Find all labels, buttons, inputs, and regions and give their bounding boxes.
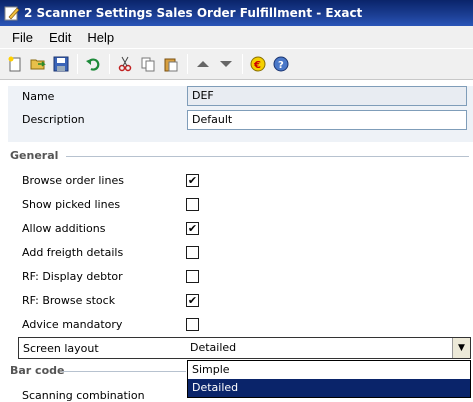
toolbar-separator	[187, 54, 188, 74]
toolbar-separator	[77, 54, 78, 74]
add-freight-details-checkbox[interactable]	[186, 246, 199, 259]
option-detailed[interactable]: Detailed	[188, 379, 470, 397]
allow-additions-checkbox[interactable]: ✔	[186, 222, 199, 235]
general-section-divider	[66, 156, 469, 157]
move-down-icon[interactable]	[215, 53, 237, 75]
svg-text:?: ?	[278, 60, 284, 71]
svg-text:€: €	[253, 60, 261, 71]
app-icon	[4, 5, 20, 21]
move-up-icon[interactable]	[192, 53, 214, 75]
description-label: Description	[22, 113, 85, 126]
menu-help[interactable]: Help	[79, 28, 122, 47]
save-icon[interactable]	[50, 53, 72, 75]
browse-order-lines-checkbox[interactable]: ✔	[186, 174, 199, 187]
menu-file[interactable]: File	[4, 28, 41, 47]
menu-edit[interactable]: Edit	[41, 28, 79, 47]
new-icon[interactable]	[4, 53, 26, 75]
show-picked-lines-checkbox[interactable]	[186, 198, 199, 211]
option-simple[interactable]: Simple	[188, 361, 470, 379]
toolbar-separator	[109, 54, 110, 74]
copy-icon[interactable]	[137, 53, 159, 75]
settings-form: Name DEF Description Default General Bro…	[0, 80, 473, 402]
allow-additions-label: Allow additions	[22, 222, 106, 235]
toolbar-separator	[242, 54, 243, 74]
add-freight-details-label: Add freigth details	[22, 246, 124, 259]
scanning-combination-label: Scanning combination	[22, 389, 145, 402]
paste-icon[interactable]	[160, 53, 182, 75]
name-label: Name	[22, 90, 55, 103]
description-field[interactable]: Default	[187, 110, 467, 130]
screen-layout-label: Screen layout	[23, 342, 99, 355]
toolbar: € ?	[0, 48, 473, 80]
undo-icon[interactable]	[82, 53, 104, 75]
rf-display-debtor-label: RF: Display debtor	[22, 270, 123, 283]
rf-display-debtor-checkbox[interactable]	[186, 270, 199, 283]
check-icon: ✔	[187, 222, 198, 235]
title-bar: 2 Scanner Settings Sales Order Fulfillme…	[0, 0, 473, 26]
check-icon: ✔	[187, 174, 198, 187]
barcode-section-title: Bar code	[10, 364, 65, 377]
show-picked-lines-label: Show picked lines	[22, 198, 121, 211]
screen-layout-row[interactable]: Screen layout Detailed ▼	[18, 337, 471, 359]
window-title: 2 Scanner Settings Sales Order Fulfillme…	[24, 6, 363, 20]
open-icon[interactable]	[27, 53, 49, 75]
advice-mandatory-label: Advice mandatory	[22, 318, 123, 331]
screen-layout-select[interactable]: Detailed	[190, 341, 236, 354]
rf-browse-stock-checkbox[interactable]: ✔	[186, 294, 199, 307]
barcode-section-divider	[62, 371, 186, 372]
advice-mandatory-checkbox[interactable]	[186, 318, 199, 331]
browse-order-lines-label: Browse order lines	[22, 174, 124, 187]
help-icon[interactable]: ?	[270, 53, 292, 75]
menu-bar: File Edit Help	[0, 26, 473, 48]
name-field[interactable]: DEF	[187, 86, 467, 106]
rf-browse-stock-label: RF: Browse stock	[22, 294, 116, 307]
screen-layout-dropdown-list: Simple Detailed	[187, 360, 471, 398]
exact-logo-icon[interactable]: €	[247, 53, 269, 75]
check-icon: ✔	[187, 294, 198, 307]
cut-icon[interactable]	[114, 53, 136, 75]
general-section-title: General	[10, 149, 59, 162]
dropdown-arrow-icon[interactable]: ▼	[452, 338, 470, 358]
